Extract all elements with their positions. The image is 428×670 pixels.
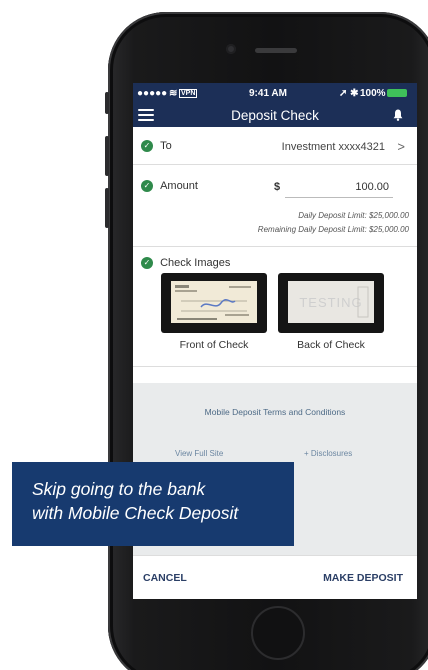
- remaining-deposit-limit: Remaining Daily Deposit Limit: $25,000.0…: [257, 225, 409, 234]
- vpn-badge: VPN: [179, 89, 198, 98]
- check-images-label-group: ✓ Check Images: [141, 257, 231, 270]
- page-title: Deposit Check: [231, 108, 319, 123]
- back-check-image: TESTING: [288, 281, 374, 323]
- to-account-value: Investment xxxx4321: [281, 141, 385, 153]
- home-button[interactable]: [251, 606, 305, 660]
- check-circle-icon: ✓: [141, 180, 153, 193]
- terms-and-conditions-link[interactable]: Mobile Deposit Terms and Conditions: [133, 407, 417, 417]
- status-bar: ●●●●● ≋ VPN 9:41 AM ➚ ✱ 100%: [133, 83, 417, 103]
- battery-percent: 100%: [360, 88, 386, 99]
- amount-label: Amount: [160, 180, 198, 193]
- disclosures-link[interactable]: + Disclosures: [304, 449, 352, 458]
- cancel-button[interactable]: CANCEL: [143, 572, 187, 584]
- daily-deposit-limit: Daily Deposit Limit: $25,000.00: [298, 211, 409, 220]
- signal-strength: ●●●●●: [137, 88, 168, 99]
- check-images-label: Check Images: [160, 257, 231, 270]
- mute-switch: [105, 92, 109, 114]
- amount-label-group: ✓ Amount: [141, 180, 198, 193]
- bell-icon[interactable]: [393, 109, 403, 121]
- status-time: 9:41 AM: [249, 88, 287, 99]
- location-bluetooth-icons: ➚ ✱: [339, 88, 359, 99]
- nav-bar: Deposit Check: [133, 103, 417, 127]
- wifi-icon: ≋: [169, 88, 178, 99]
- to-label-group: ✓ To: [141, 140, 172, 153]
- back-of-check-caption: Back of Check: [297, 339, 365, 351]
- currency-symbol: $: [274, 181, 281, 193]
- front-of-check-thumbnail[interactable]: [161, 273, 267, 333]
- banner-line-1: Skip going to the bank: [32, 479, 206, 499]
- banner-line-2: with Mobile Check Deposit: [32, 503, 239, 523]
- promo-banner: Skip going to the bank with Mobile Check…: [12, 462, 294, 546]
- check-circle-icon: ✓: [141, 140, 153, 153]
- earpiece-speaker: [255, 48, 297, 53]
- to-label: To: [160, 140, 172, 153]
- front-of-check-caption: Front of Check: [179, 339, 249, 351]
- deposit-to-row[interactable]: ✓ To Investment xxxx4321 >: [133, 127, 417, 165]
- check-circle-icon: ✓: [141, 257, 153, 270]
- back-of-check-thumbnail[interactable]: TESTING: [278, 273, 384, 333]
- action-bar: CANCEL MAKE DEPOSIT: [133, 555, 417, 599]
- view-full-site-link[interactable]: View Full Site: [175, 449, 223, 458]
- amount-input[interactable]: 100.00: [285, 181, 393, 198]
- front-camera: [226, 44, 236, 54]
- volume-down-button: [105, 188, 109, 228]
- volume-up-button: [105, 136, 109, 176]
- make-deposit-button[interactable]: MAKE DEPOSIT: [323, 572, 403, 584]
- check-images-section: ✓ Check Images Front of Check TESTING Ba…: [133, 247, 417, 367]
- front-check-image: [171, 281, 257, 323]
- battery-icon: [387, 89, 407, 97]
- chevron-right-icon: >: [397, 139, 405, 154]
- amount-row: ✓ Amount $ 100.00 Daily Deposit Limit: $…: [133, 165, 417, 247]
